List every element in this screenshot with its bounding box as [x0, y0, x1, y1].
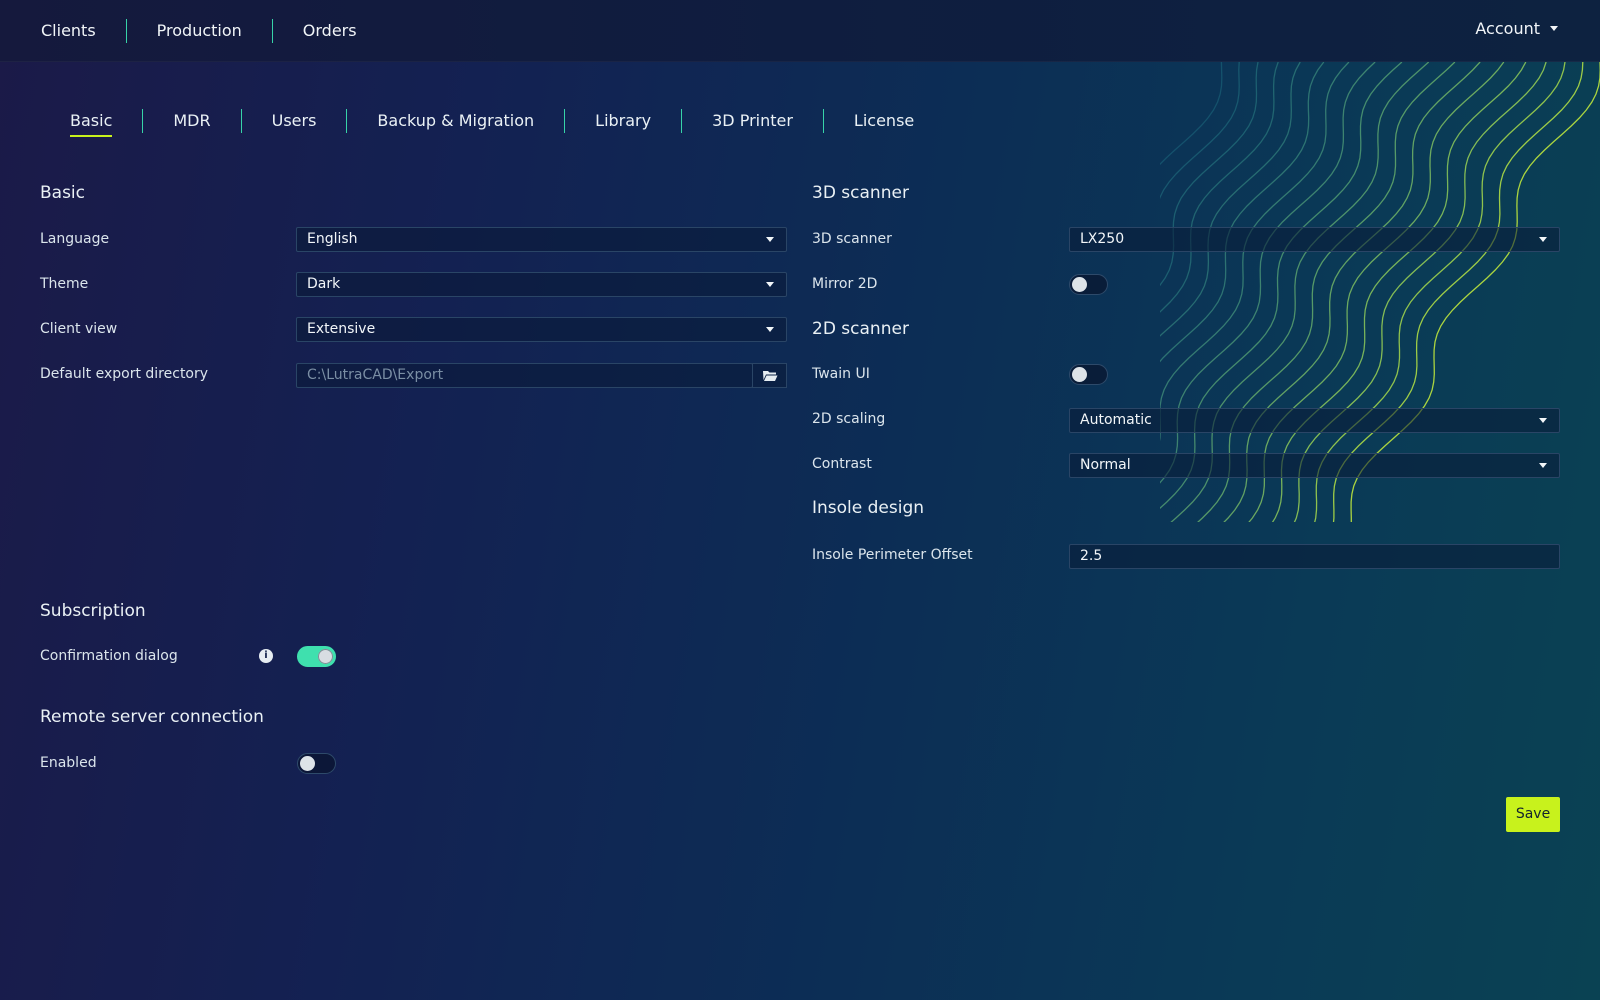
dropdown-arrow-icon	[766, 327, 774, 332]
language-value: English	[307, 231, 358, 247]
export-directory-label: Default export directory	[40, 366, 209, 382]
3d-scanner-select[interactable]: LX250	[1069, 227, 1560, 252]
toggle-knob	[300, 756, 315, 771]
info-icon[interactable]: i	[259, 649, 273, 663]
insole-offset-label: Insole Perimeter Offset	[812, 547, 973, 563]
toggle-knob	[1072, 277, 1087, 292]
contrast-label: Contrast	[812, 456, 872, 472]
subscription-section-title: Subscription	[40, 601, 146, 621]
dropdown-arrow-icon	[766, 237, 774, 242]
dropdown-arrow-icon	[766, 282, 774, 287]
dropdown-arrow-icon	[1539, 463, 1547, 468]
3d-scanner-value: LX250	[1080, 231, 1125, 247]
language-select[interactable]: English	[296, 227, 787, 252]
tab-mdr[interactable]: MDR	[143, 108, 240, 134]
account-menu[interactable]: Account	[1475, 19, 1558, 38]
language-label: Language	[40, 231, 110, 247]
caret-down-icon	[1550, 26, 1558, 31]
remote-enabled-label: Enabled	[40, 755, 97, 771]
contrast-value: Normal	[1080, 457, 1131, 473]
mirror-2d-label: Mirror 2D	[812, 276, 878, 292]
mirror-2d-toggle[interactable]	[1069, 274, 1108, 295]
theme-select[interactable]: Dark	[296, 272, 787, 297]
export-directory-input[interactable]: C:\LutraCAD\Export	[296, 363, 753, 388]
tab-users[interactable]: Users	[242, 108, 347, 134]
settings-tabs: Basic MDR Users Backup & Migration Libra…	[40, 108, 944, 137]
nav-orders[interactable]: Orders	[273, 19, 387, 43]
folder-open-icon	[762, 371, 777, 381]
toggle-knob	[318, 649, 333, 664]
twain-ui-label: Twain UI	[812, 366, 870, 382]
remote-enabled-toggle[interactable]	[297, 753, 336, 774]
tab-backup-migration[interactable]: Backup & Migration	[347, 108, 564, 134]
tab-license[interactable]: License	[824, 108, 944, 134]
account-label: Account	[1475, 19, 1540, 38]
dropdown-arrow-icon	[1539, 237, 1547, 242]
client-view-value: Extensive	[307, 321, 376, 337]
basic-section-title: Basic	[40, 183, 86, 203]
twain-ui-toggle[interactable]	[1069, 364, 1108, 385]
browse-folder-button[interactable]	[752, 363, 787, 388]
tab-3d-printer[interactable]: 3D Printer	[682, 108, 823, 134]
client-view-select[interactable]: Extensive	[296, 317, 787, 342]
theme-label: Theme	[40, 276, 89, 292]
tab-basic[interactable]: Basic	[40, 108, 142, 137]
3d-scanner-label: 3D scanner	[812, 231, 892, 247]
contrast-select[interactable]: Normal	[1069, 453, 1560, 478]
confirmation-dialog-label: Confirmation dialog	[40, 648, 178, 664]
toggle-knob	[1072, 367, 1087, 382]
tab-library[interactable]: Library	[565, 108, 681, 134]
client-view-label: Client view	[40, 321, 118, 337]
theme-value: Dark	[307, 276, 341, 292]
3d-scanner-section-title: 3D scanner	[812, 183, 909, 203]
nav-clients[interactable]: Clients	[0, 19, 126, 43]
nav-production[interactable]: Production	[127, 19, 272, 43]
insole-design-section-title: Insole design	[812, 498, 925, 518]
confirmation-dialog-toggle[interactable]	[297, 646, 336, 667]
save-button[interactable]: Save	[1506, 797, 1560, 832]
top-navigation-bar: Clients Production Orders Account	[0, 0, 1600, 62]
remote-server-section-title: Remote server connection	[40, 707, 264, 727]
2d-scaling-label: 2D scaling	[812, 411, 886, 427]
dropdown-arrow-icon	[1539, 418, 1547, 423]
2d-scaling-value: Automatic	[1080, 412, 1152, 428]
insole-offset-input[interactable]: 2.5	[1069, 544, 1560, 569]
main-nav: Clients Production Orders	[0, 0, 387, 62]
2d-scanner-section-title: 2D scanner	[812, 319, 909, 339]
2d-scaling-select[interactable]: Automatic	[1069, 408, 1560, 433]
